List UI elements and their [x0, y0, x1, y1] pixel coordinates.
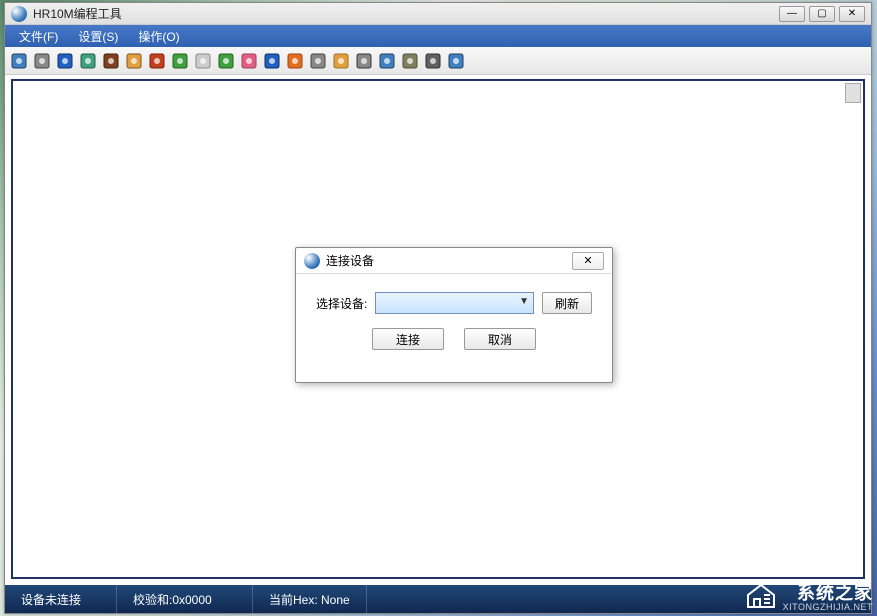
status-connection: 设备未连接 — [5, 585, 117, 613]
toolbar-camera-icon[interactable] — [101, 51, 121, 71]
statusbar: 设备未连接 校验和:0x0000 当前Hex: None — [5, 585, 871, 613]
maximize-button[interactable]: ▢ — [809, 6, 835, 22]
device-select[interactable] — [375, 292, 534, 314]
dialog-titlebar: 连接设备 ✕ — [296, 248, 612, 274]
toolbar-device-icon[interactable] — [55, 51, 75, 71]
toolbar-erase-icon[interactable] — [239, 51, 259, 71]
main-window: HR10M编程工具 — ▢ ✕ 文件(F) 设置(S) 操作(O) 连接设备 ✕… — [4, 2, 872, 614]
toolbar-burn-icon[interactable] — [285, 51, 305, 71]
dialog-icon — [304, 253, 320, 269]
app-icon — [11, 6, 27, 22]
toolbar-upload-icon[interactable] — [170, 51, 190, 71]
select-device-label: 选择设备: — [316, 295, 367, 312]
toolbar-setting2-icon[interactable] — [423, 51, 443, 71]
menu-file[interactable]: 文件(F) — [9, 25, 68, 48]
device-select-row: 选择设备: 刷新 — [316, 292, 592, 314]
refresh-button[interactable]: 刷新 — [542, 292, 592, 314]
toolbar-text-icon[interactable] — [354, 51, 374, 71]
dialog-buttons: 连接 取消 — [316, 328, 592, 350]
toolbar-stop-icon[interactable] — [262, 51, 282, 71]
menu-operate[interactable]: 操作(O) — [128, 25, 189, 48]
toolbar-save-icon[interactable] — [9, 51, 29, 71]
toolbar-download-icon[interactable] — [216, 51, 236, 71]
toolbar-folder-icon[interactable] — [124, 51, 144, 71]
dialog-close-button[interactable]: ✕ — [572, 252, 604, 270]
status-checksum: 校验和:0x0000 — [117, 585, 253, 613]
close-button[interactable]: ✕ — [839, 6, 865, 22]
connect-device-dialog: 连接设备 ✕ 选择设备: 刷新 连接 取消 — [295, 247, 613, 383]
toolbar-zoom-icon[interactable] — [308, 51, 328, 71]
toolbar-target-icon[interactable] — [400, 51, 420, 71]
scrollbar-up-icon[interactable] — [845, 83, 861, 103]
connect-button[interactable]: 连接 — [372, 328, 444, 350]
menu-settings[interactable]: 设置(S) — [68, 25, 128, 48]
status-hex: 当前Hex: None — [253, 585, 367, 613]
minimize-button[interactable]: — — [779, 6, 805, 22]
toolbar-window-icon[interactable] — [446, 51, 466, 71]
cancel-button[interactable]: 取消 — [464, 328, 536, 350]
toolbar-write-icon[interactable] — [147, 51, 167, 71]
toolbar-user-icon[interactable] — [377, 51, 397, 71]
toolbar-copy-icon[interactable] — [78, 51, 98, 71]
menubar: 文件(F) 设置(S) 操作(O) — [5, 25, 871, 47]
toolbar-divider-icon[interactable] — [193, 51, 213, 71]
titlebar: HR10M编程工具 — ▢ ✕ — [5, 3, 871, 25]
dialog-title: 连接设备 — [326, 252, 572, 269]
window-controls: — ▢ ✕ — [779, 6, 865, 22]
toolbar-lock-icon[interactable] — [331, 51, 351, 71]
toolbar-settings-icon[interactable] — [32, 51, 52, 71]
dialog-body: 选择设备: 刷新 连接 取消 — [296, 274, 612, 360]
toolbar — [5, 47, 871, 75]
window-title: HR10M编程工具 — [33, 5, 779, 22]
